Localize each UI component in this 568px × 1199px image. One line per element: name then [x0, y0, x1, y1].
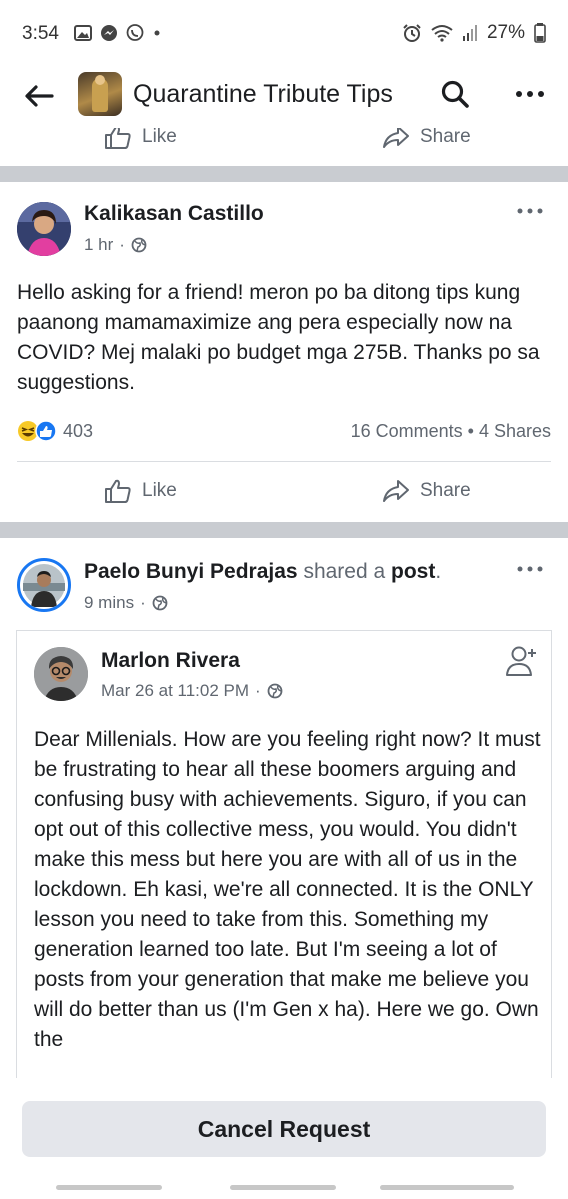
nav-bar-indicator — [230, 1185, 336, 1190]
author-name[interactable]: Paelo Bunyi Pedrajas — [84, 560, 298, 583]
shared-text: shared a — [303, 560, 386, 583]
group-title[interactable]: Quarantine Tribute Tips — [133, 80, 393, 109]
prev-like-label: Like — [142, 128, 177, 147]
meta-separator: · — [255, 681, 261, 700]
status-time: 3:54 — [22, 23, 59, 44]
status-system-icons: 27% — [402, 22, 546, 44]
prev-share-button[interactable]: Share — [382, 128, 471, 150]
post-more-icon[interactable] — [516, 206, 544, 216]
shared-post-card[interactable]: Marlon Rivera Mar 26 at 11:02 PM · Dear … — [16, 630, 552, 1078]
gallery-icon — [74, 25, 92, 41]
post-kalikasan: Kalikasan Castillo 1 hr · Hello asking f… — [0, 182, 568, 522]
feed-divider — [0, 522, 568, 538]
share-label: Share — [420, 480, 471, 501]
prev-like-button[interactable]: Like — [104, 128, 177, 150]
nav-bar-indicator — [380, 1185, 514, 1190]
add-friend-icon[interactable] — [505, 643, 541, 679]
meta-separator: · — [140, 593, 146, 612]
post-link[interactable]: post — [391, 560, 435, 583]
like-button[interactable]: Like — [104, 478, 177, 504]
globe-icon — [131, 237, 147, 253]
avatar-photo-icon — [23, 564, 65, 607]
viber-icon — [126, 24, 144, 41]
battery-percent: 27% — [486, 22, 525, 43]
post-more-icon[interactable] — [516, 564, 544, 574]
actions-divider — [17, 461, 551, 462]
nav-bar-indicator — [56, 1185, 162, 1190]
status-notification-icons — [74, 24, 162, 42]
dot-icon — [154, 30, 160, 36]
globe-icon — [152, 595, 168, 611]
meta-separator: · — [119, 235, 125, 254]
status-bar: 3:54 27% — [0, 0, 568, 64]
avatar-photo-icon — [17, 202, 71, 256]
prev-share-label: Share — [420, 128, 471, 147]
post-body: Hello asking for a friend! meron po ba d… — [17, 281, 540, 394]
previous-post-actions: Like Share — [0, 128, 568, 166]
reactions-summary[interactable]: 403 — [17, 420, 93, 442]
author-name[interactable]: Kalikasan Castillo — [84, 202, 264, 226]
battery-icon — [534, 23, 546, 43]
like-label: Like — [142, 480, 177, 501]
post-meta: 1 hr · — [84, 235, 147, 255]
bottom-action-bar: Cancel Request — [0, 1078, 568, 1199]
signal-icon — [462, 25, 477, 41]
post-header-line: Paelo Bunyi Pedrajas shared a post. — [84, 560, 441, 584]
share-button[interactable]: Share — [382, 478, 471, 504]
post-time[interactable]: 1 hr — [84, 235, 113, 255]
shared-author-avatar[interactable] — [34, 647, 88, 701]
comments-shares-count[interactable]: 16 Comments • 4 Shares — [351, 421, 551, 442]
haha-reaction-icon — [18, 420, 57, 442]
cancel-request-button[interactable]: Cancel Request — [22, 1101, 546, 1157]
share-icon — [383, 480, 409, 502]
period: . — [435, 560, 442, 583]
shared-post-time[interactable]: Mar 26 at 11:02 PM — [101, 681, 249, 701]
author-avatar[interactable] — [17, 202, 71, 256]
messenger-icon — [101, 25, 117, 41]
share-icon — [383, 128, 409, 148]
shared-post-body: Dear Millenials. How are you feeling rig… — [34, 728, 541, 1051]
feed-divider — [0, 166, 568, 182]
reaction-count: 403 — [63, 420, 94, 441]
app-header: Quarantine Tribute Tips — [0, 64, 568, 128]
back-arrow-icon[interactable] — [22, 82, 56, 110]
more-options-icon[interactable] — [514, 86, 546, 102]
post-paelo: Paelo Bunyi Pedrajas shared a post. 9 mi… — [0, 538, 568, 1078]
wifi-icon — [431, 25, 453, 42]
post-time[interactable]: 9 mins — [84, 593, 134, 613]
shared-post-meta: Mar 26 at 11:02 PM · — [101, 681, 283, 701]
group-avatar[interactable] — [78, 72, 122, 116]
alarm-icon — [403, 24, 421, 42]
avatar-photo-icon — [34, 647, 88, 701]
shared-author-name[interactable]: Marlon Rivera — [101, 649, 240, 673]
like-icon — [105, 128, 131, 149]
author-avatar[interactable] — [17, 558, 71, 612]
search-icon[interactable] — [440, 79, 470, 109]
globe-icon — [267, 683, 283, 699]
post-meta: 9 mins · — [84, 593, 168, 613]
like-icon — [105, 479, 131, 503]
